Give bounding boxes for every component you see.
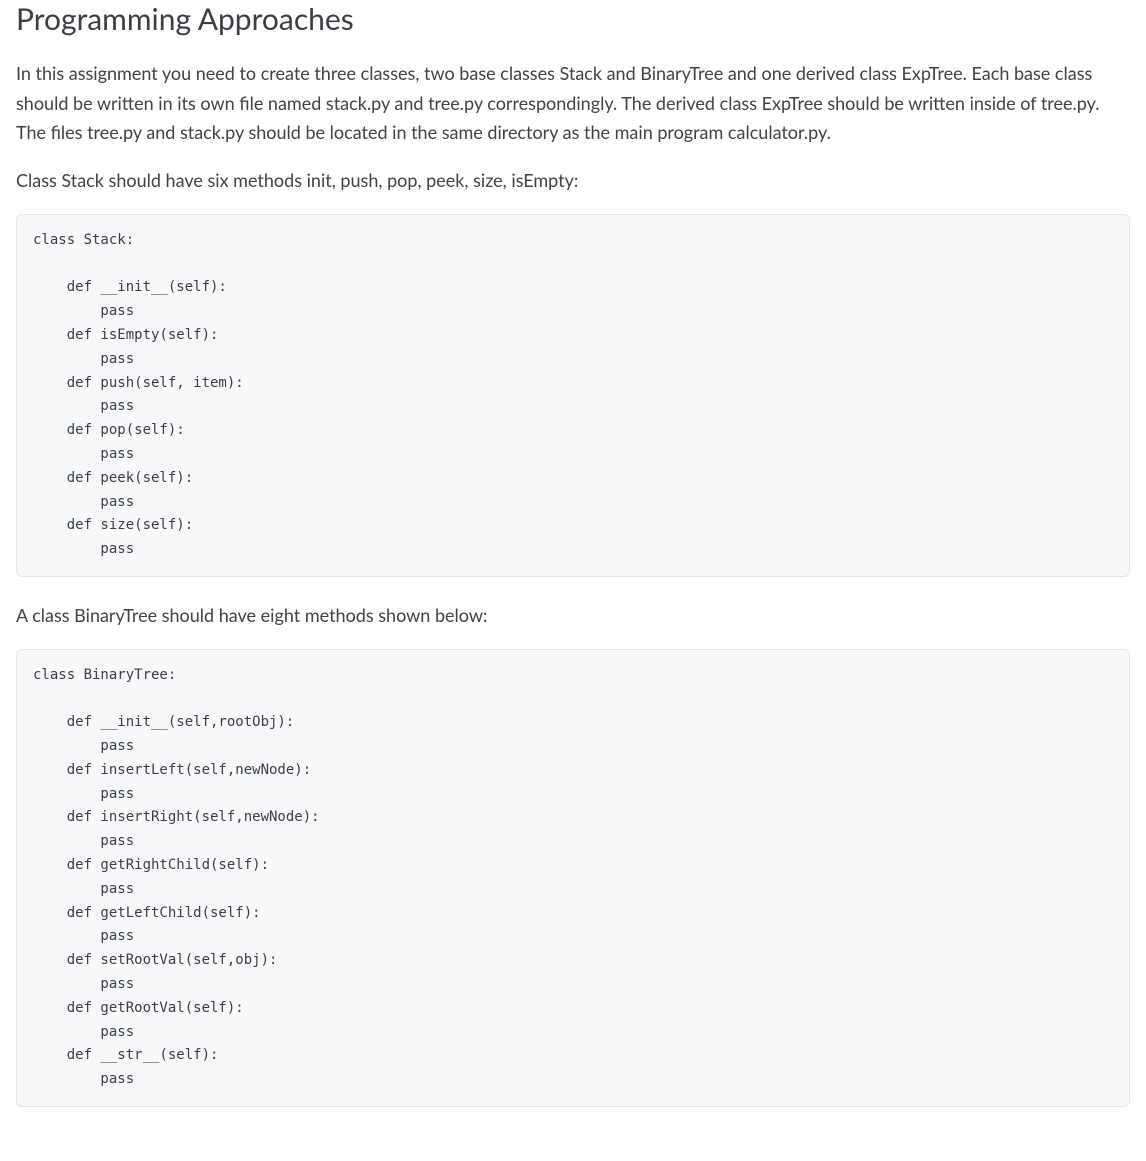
stack-intro-paragraph: Class Stack should have six methods init… bbox=[16, 166, 1130, 196]
page-title: Programming Approaches bbox=[16, 0, 1130, 39]
document-page: Programming Approaches In this assignmen… bbox=[0, 0, 1146, 1161]
tree-code-block: class BinaryTree: def __init__(self,root… bbox=[16, 649, 1130, 1107]
stack-code-block: class Stack: def __init__(self): pass de… bbox=[16, 214, 1130, 577]
intro-paragraph: In this assignment you need to create th… bbox=[16, 59, 1130, 148]
tree-intro-paragraph: A class BinaryTree should have eight met… bbox=[16, 601, 1130, 631]
